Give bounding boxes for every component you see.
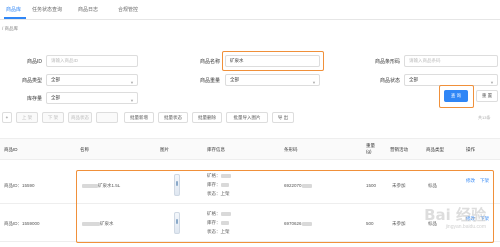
product-status-button[interactable]: 商品状态 <box>68 112 92 123</box>
product-name-highlight <box>222 51 324 71</box>
status-label: 商品状态 <box>379 78 400 84</box>
product-type-value: 全部 <box>51 77 60 82</box>
reset-button[interactable]: 重 置 <box>476 90 498 102</box>
tab-product-library[interactable]: 商品库 <box>6 6 21 13</box>
batch-delete-button[interactable]: 批量删除 <box>192 112 222 123</box>
chevron-down-icon: ▼ <box>490 80 494 85</box>
query-button-highlight <box>439 85 474 108</box>
watermark-logo: Bai 经验 <box>424 206 486 224</box>
top-nav: 商品库 任务状态查询 商品日志 合规管控 <box>0 0 500 20</box>
chevron-down-icon: ▼ <box>130 98 134 103</box>
status-value: 全部 <box>409 77 418 82</box>
tab-product-log[interactable]: 商品日志 <box>78 6 98 13</box>
product-type-select[interactable]: 全部 ▼ <box>46 74 138 86</box>
watermark-url: jingyan.baidu.com <box>445 224 486 230</box>
stock-label: 库存量 <box>26 96 42 102</box>
on-shelf-button[interactable]: 上 架 <box>16 112 38 123</box>
batch-add-button[interactable]: 批量新增 <box>124 112 154 123</box>
batch-import-images-button[interactable]: 批量导入图片 <box>226 112 268 123</box>
product-id-label: 商品ID <box>26 59 42 65</box>
row-id: 商品ID：1559000 <box>4 221 40 226</box>
col-header-promo: 营销活动 <box>390 147 408 152</box>
product-id-input[interactable]: 请输入商品ID <box>46 55 138 67</box>
product-type-label: 商品类型 <box>21 78 42 84</box>
tab-task-status[interactable]: 任务状态查询 <box>32 6 62 13</box>
product-name-label: 商品名称 <box>199 59 220 65</box>
chevron-down-icon: ▼ <box>130 80 134 85</box>
col-header-id: 商品ID <box>4 147 18 152</box>
weight-label: 商品重量 <box>199 78 220 84</box>
weight-select[interactable]: 全部 ▼ <box>225 74 320 86</box>
col-header-image: 图片 <box>160 147 169 152</box>
col-header-type: 商品类型 <box>426 147 444 152</box>
add-icon: + <box>5 115 9 120</box>
off-shelf-button[interactable]: 下 架 <box>42 112 64 123</box>
weight-value: 全部 <box>230 77 239 82</box>
col-header-weight: 重量(g) <box>366 143 375 154</box>
table-header: 商品ID 名称 图片 库存信息 条形码 重量(g) 营销活动 商品类型 操作 <box>0 138 500 160</box>
batch-state-button[interactable]: 批量状态 <box>158 112 188 123</box>
stock-select[interactable]: 全部 ▼ <box>46 92 138 104</box>
blank-button[interactable] <box>96 112 118 123</box>
col-header-barcode: 条形码 <box>284 147 298 152</box>
col-header-actions: 操作 <box>466 147 475 152</box>
row-id: 商品ID：15590 <box>4 183 35 188</box>
stock-value: 全部 <box>51 95 60 100</box>
barcode-input[interactable]: 请输入商品条码 <box>404 55 498 67</box>
total-count: 共13条 <box>478 115 491 120</box>
col-header-name: 名称 <box>80 147 89 152</box>
active-tab-indicator <box>4 17 26 19</box>
barcode-label: 商品条形码 <box>374 59 400 65</box>
breadcrumb: / 商品库 <box>2 26 19 31</box>
export-button[interactable]: 导 出 <box>272 112 294 123</box>
chevron-down-icon: ▼ <box>312 80 316 85</box>
col-header-stock: 库存信息 <box>207 147 225 152</box>
add-button[interactable]: + <box>2 112 12 123</box>
tab-compliance[interactable]: 合规管控 <box>118 6 138 13</box>
